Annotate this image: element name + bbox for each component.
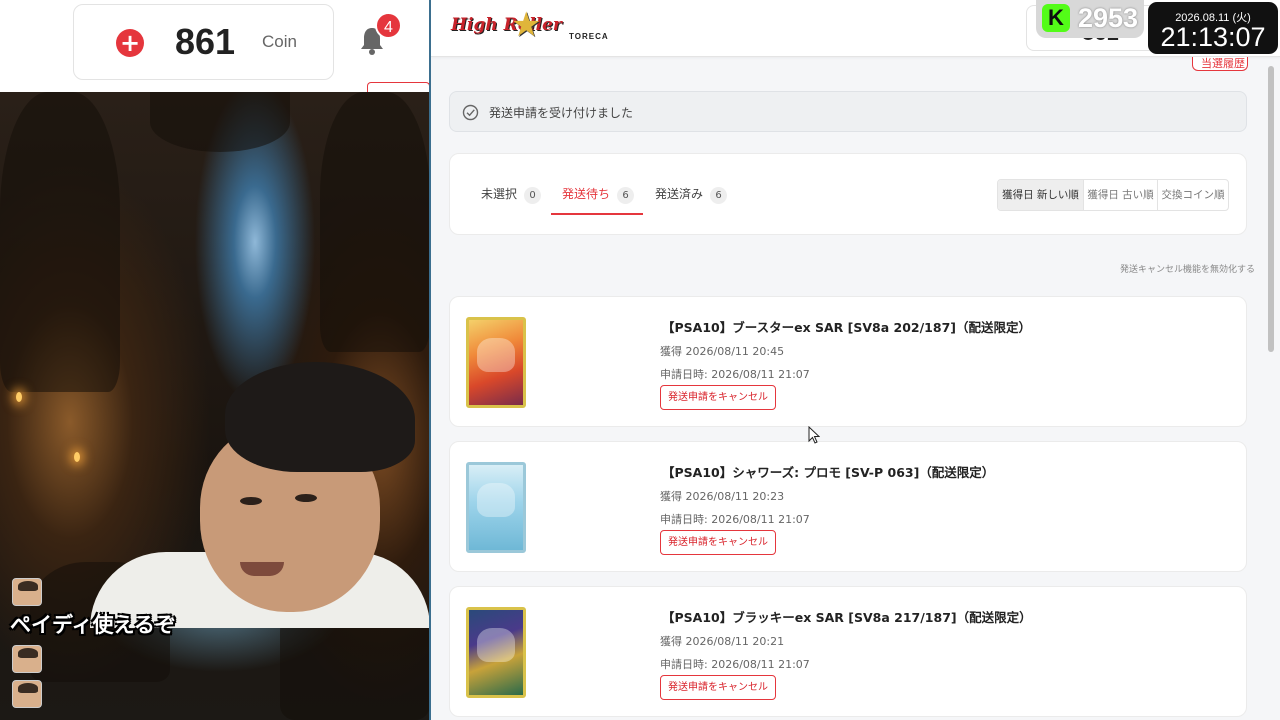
win-history-button[interactable]: 当選履歴 [1192, 57, 1248, 71]
logo-subtext: TORECA [569, 32, 609, 41]
win-history-label: 当選履歴 [1201, 57, 1245, 70]
viewer-count-overlay: K 2953 [1036, 0, 1144, 38]
tab-label: 発送済み [655, 187, 704, 201]
streamer-hair [225, 362, 415, 472]
notice-text: 発送申請を受け付けました [489, 106, 634, 120]
chat-avatar [12, 680, 42, 708]
scroll-thumb[interactable] [1268, 66, 1274, 352]
clock-overlay: 2026.08.11 (火) 21:13:07 [1148, 2, 1278, 54]
tab-count: 6 [710, 187, 728, 204]
logo-text: High Roller [451, 15, 562, 35]
kick-logo-icon: K [1042, 4, 1070, 32]
add-coin-icon[interactable]: + [116, 29, 144, 57]
tab-label: 発送待ち [562, 187, 611, 201]
card-image[interactable] [466, 317, 526, 408]
cancel-shipment-button[interactable]: 発送申請をキャンセル [660, 675, 776, 700]
item-acquired-date: 獲得 2026/08/11 20:23 [660, 490, 785, 503]
chat-avatar [12, 578, 42, 606]
tab-count: 0 [524, 187, 542, 204]
high-roller-logo[interactable]: High Roller ★ TORECA [451, 5, 621, 46]
notification-badge: 4 [375, 12, 402, 39]
coin-unit: Coin [262, 32, 297, 51]
shipping-app: High Roller ★ TORECA 861 当選履歴 発送申請を受け付けま… [431, 0, 1280, 720]
tab-pending-shipment[interactable]: 発送待ち 6 [562, 185, 635, 215]
card-image[interactable] [466, 607, 526, 698]
cancel-shipment-button[interactable]: 発送申請をキャンセル [660, 385, 776, 410]
card-image[interactable] [466, 462, 526, 553]
sort-newest-button[interactable]: 獲得日 新しい順 [998, 180, 1084, 210]
sort-oldest-button[interactable]: 獲得日 古い順 [1084, 180, 1158, 210]
active-tab-indicator [551, 213, 643, 215]
success-notice: 発送申請を受け付けました [449, 91, 1247, 132]
item-title: 【PSA10】ブラッキーex SAR [SV8a 217/187]（配送限定） [662, 610, 1032, 625]
viewer-count: 2953 [1078, 3, 1139, 33]
disable-cancel-link[interactable]: 発送キャンセル機能を無効化する [1120, 262, 1255, 275]
item-request-date: 申請日時: 2026/08/11 21:07 [660, 368, 810, 381]
shipment-item-card: 【PSA10】ブラッキーex SAR [SV8a 217/187]（配送限定） … [449, 586, 1247, 717]
shipment-item-card: 【PSA10】ブースターex SAR [SV8a 202/187]（配送限定） … [449, 296, 1247, 427]
sort-options: 獲得日 新しい順 獲得日 古い順 交換コイン順 [997, 179, 1229, 211]
cancel-shipment-button[interactable]: 発送申請をキャンセル [660, 530, 776, 555]
coin-amount: 861 [175, 21, 236, 62]
star-icon: ★ [511, 5, 542, 45]
item-title: 【PSA10】シャワーズ: プロモ [SV-P 063]（配送限定） [662, 465, 995, 480]
item-request-date: 申請日時: 2026/08/11 21:07 [660, 513, 810, 526]
stream-coin-header: + 861 Coin 4 [0, 0, 430, 92]
item-acquired-date: 獲得 2026/08/11 20:45 [660, 345, 785, 358]
history-button-fragment [367, 82, 430, 92]
tab-unselected[interactable]: 未選択 0 [481, 185, 542, 215]
item-acquired-date: 獲得 2026/08/11 20:21 [660, 635, 785, 648]
mouse-cursor-icon [808, 426, 820, 444]
chat-avatar [12, 645, 42, 673]
streamer-webcam [90, 362, 430, 628]
item-request-date: 申請日時: 2026/08/11 21:07 [660, 658, 810, 671]
check-circle-icon [462, 104, 479, 121]
page-scrollbar[interactable] [1266, 58, 1276, 720]
item-title: 【PSA10】ブースターex SAR [SV8a 202/187]（配送限定） [662, 320, 1031, 335]
chat-message: ペイディ使えるぞ [10, 613, 176, 637]
shipment-item-card: 【PSA10】シャワーズ: プロモ [SV-P 063]（配送限定） 獲得 20… [449, 441, 1247, 572]
coin-balance-card: + 861 Coin [73, 4, 334, 80]
clock-time: 21:13:07 [1160, 22, 1266, 52]
status-tab-card: 未選択 0 発送待ち 6 発送済み 6 獲得日 新しい順 獲得日 古い順 交換コイン順 [449, 153, 1247, 235]
tab-shipped[interactable]: 発送済み 6 [655, 185, 728, 215]
tab-label: 未選択 [481, 187, 518, 201]
tab-count: 6 [617, 187, 635, 204]
sort-coin-button[interactable]: 交換コイン順 [1158, 180, 1228, 210]
